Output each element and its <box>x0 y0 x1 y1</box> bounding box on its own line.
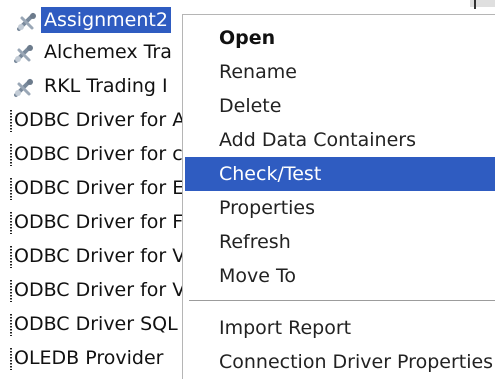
background-window-edge <box>470 0 495 9</box>
tree-connector-icon <box>10 212 12 234</box>
tree-item-label: Assignment2 <box>41 7 171 33</box>
menu-item-label: Refresh <box>219 231 291 253</box>
connection-icon <box>17 10 38 31</box>
tree-connector-icon <box>10 144 12 166</box>
menu-item-label: Move To <box>219 265 296 287</box>
menu-item-label: Import Report <box>219 317 352 339</box>
tree-item-label: ODBC Driver for V <box>14 279 186 301</box>
tree-item-label: RKL Trading I <box>44 75 168 97</box>
menu-item-import-report[interactable]: Import Report <box>185 311 495 345</box>
tree-connector-icon <box>10 348 12 370</box>
menu-item-label: Delete <box>219 95 282 117</box>
menu-item-delete[interactable]: Delete <box>185 89 495 123</box>
tree-item-label: ODBC Driver SQL <box>14 313 178 335</box>
connection-icon <box>14 76 35 97</box>
menu-item-connection-driver-properties[interactable]: Connection Driver Properties <box>185 345 495 379</box>
tree-connector-icon <box>10 314 12 336</box>
menu-item-label: Connection Driver Properties <box>219 351 494 373</box>
context-menu: Open Rename Delete Add Data Containers C… <box>182 14 495 379</box>
menu-item-open[interactable]: Open <box>185 21 495 55</box>
menu-item-label: Check/Test <box>219 163 322 185</box>
tree-item-label: OLEDB Provider <box>14 347 164 369</box>
menu-item-properties[interactable]: Properties <box>185 191 495 225</box>
menu-separator <box>189 300 495 302</box>
connection-icon <box>14 42 35 63</box>
tree-item-label: ODBC Driver for A <box>14 109 186 131</box>
tree-item-label: Alchemex Tra <box>44 41 172 63</box>
menu-item-move-to[interactable]: Move To <box>185 259 495 293</box>
menu-item-label: Add Data Containers <box>219 129 416 151</box>
tree-item-label: ODBC Driver for E <box>14 177 185 199</box>
menu-item-check-test[interactable]: Check/Test <box>185 157 495 191</box>
menu-item-label: Rename <box>219 61 297 83</box>
tree-item-label: ODBC Driver for c <box>14 143 183 165</box>
screen: Assignment2 Alchemex Tra RKL Trading I O… <box>0 0 495 379</box>
menu-item-refresh[interactable]: Refresh <box>185 225 495 259</box>
menu-item-label: Open <box>219 27 276 49</box>
tree-connector-icon <box>10 110 12 132</box>
tree-item-label: ODBC Driver for V <box>14 245 186 267</box>
tree-connector-icon <box>10 246 12 268</box>
tree-item-label: ODBC Driver for F <box>14 211 184 233</box>
divider <box>474 0 476 9</box>
menu-item-rename[interactable]: Rename <box>185 55 495 89</box>
menu-item-label: Properties <box>219 197 316 219</box>
menu-item-add-data-containers[interactable]: Add Data Containers <box>185 123 495 157</box>
tree-connector-icon <box>10 280 12 302</box>
tree-connector-icon <box>10 178 12 200</box>
